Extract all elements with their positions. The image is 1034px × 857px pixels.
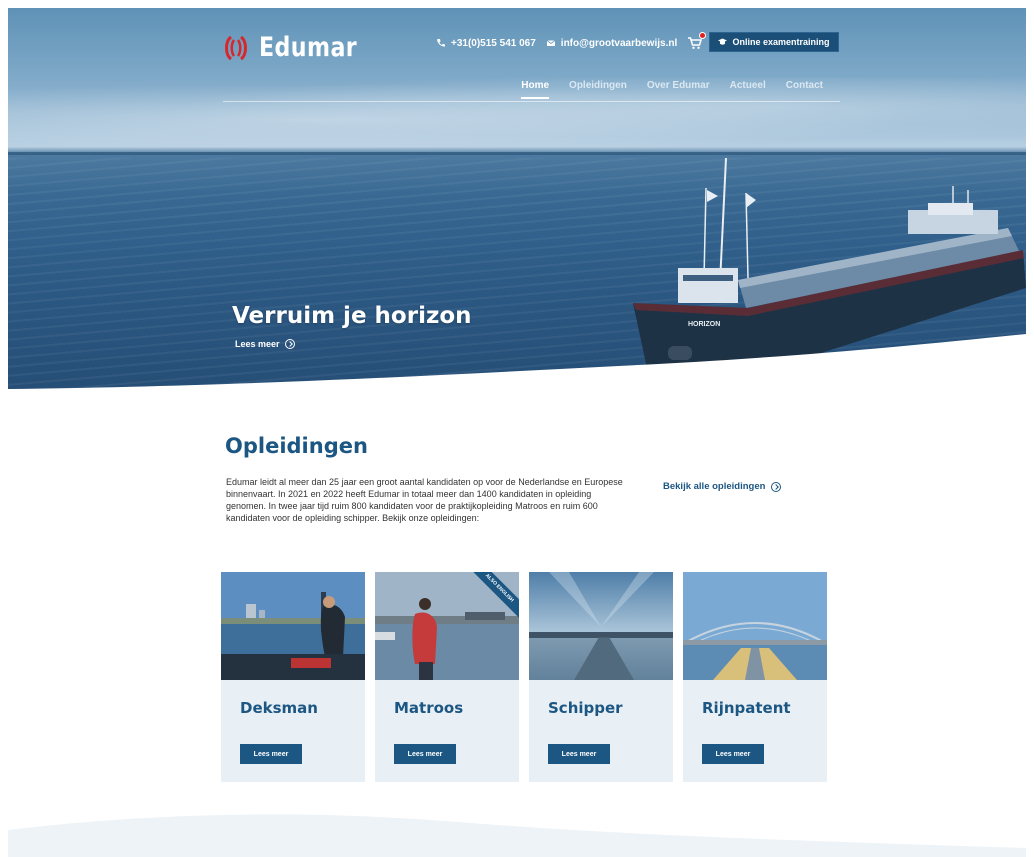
- deksman-photo: [221, 572, 365, 680]
- arrow-circle-icon: [771, 481, 782, 492]
- ship-name-text: HORIZON: [688, 321, 720, 328]
- edumar-logo-icon: [225, 35, 247, 60]
- card-title: Schipper: [548, 699, 623, 717]
- hero-horizon: [8, 152, 1026, 155]
- cta-label: Online examentraining: [732, 37, 830, 47]
- nav-over-edumar[interactable]: Over Edumar: [647, 80, 710, 91]
- all-courses-label: Bekijk alle opleidingen: [663, 481, 766, 492]
- all-courses-link[interactable]: Bekijk alle opleidingen: [663, 481, 782, 492]
- course-card-rijnpatent[interactable]: Rijnpatent Lees meer: [683, 572, 827, 782]
- nav-opleidingen[interactable]: Opleidingen: [569, 80, 627, 91]
- card-title: Matroos: [394, 699, 464, 717]
- hero-read-more-label: Lees meer: [235, 339, 280, 349]
- hero-read-more-link[interactable]: Lees meer: [235, 339, 295, 349]
- phone-link[interactable]: +31(0)515 541 067: [436, 38, 536, 49]
- cart-badge: [699, 32, 707, 39]
- course-card-matroos[interactable]: ALSO ENGLISH Matroos Lees meer: [375, 572, 519, 782]
- card-read-more-button[interactable]: Lees meer: [548, 744, 610, 764]
- phone-text: +31(0)515 541 067: [451, 37, 536, 49]
- cart-button[interactable]: [687, 32, 707, 50]
- courses-intro: Edumar leidt al meer dan 25 jaar een gro…: [226, 477, 623, 523]
- logo-text: Edumar: [259, 32, 358, 63]
- card-read-more-button[interactable]: Lees meer: [702, 744, 764, 764]
- main-nav: Home Opleidingen Over Edumar Actueel Con…: [521, 80, 823, 99]
- hero-banner: HORIZON Edumar +31(0)515 541 067 info@gr…: [8, 8, 1026, 393]
- card-title: Rijnpatent: [702, 699, 791, 717]
- hero-clouds: [8, 78, 1026, 148]
- nav-divider: [223, 101, 840, 102]
- email-link[interactable]: info@grootvaarbewijs.nl: [546, 38, 677, 49]
- arrow-circle-icon: [284, 339, 295, 349]
- card-title: Deksman: [240, 699, 318, 717]
- course-card-deksman[interactable]: Deksman Lees meer: [221, 572, 365, 782]
- hero-bottom-wave: [8, 334, 1026, 393]
- mail-icon: [546, 40, 556, 46]
- course-cards: Deksman Lees meer ALSO ENGLISH Matroos L…: [221, 572, 827, 782]
- logo[interactable]: Edumar: [223, 32, 379, 63]
- section-title: Opleidingen: [225, 434, 368, 458]
- nav-actueel[interactable]: Actueel: [730, 80, 766, 91]
- hero-title: Verruim je horizon: [232, 303, 472, 329]
- card-read-more-button[interactable]: Lees meer: [394, 744, 456, 764]
- email-text: info@grootvaarbewijs.nl: [560, 37, 678, 49]
- nav-contact[interactable]: Contact: [786, 80, 823, 91]
- course-card-schipper[interactable]: Schipper Lees meer: [529, 572, 673, 782]
- graduation-cap-icon: [718, 38, 728, 45]
- card-read-more-button[interactable]: Lees meer: [240, 744, 302, 764]
- top-contact-bar: +31(0)515 541 067 info@grootvaarbewijs.n…: [436, 32, 707, 53]
- online-examtraining-button[interactable]: Online examentraining: [709, 32, 839, 52]
- nav-home[interactable]: Home: [521, 80, 549, 99]
- rijnpatent-photo: [683, 572, 827, 680]
- phone-icon: [437, 39, 445, 47]
- footer-wave: [8, 814, 1026, 857]
- schipper-photo: [529, 572, 673, 680]
